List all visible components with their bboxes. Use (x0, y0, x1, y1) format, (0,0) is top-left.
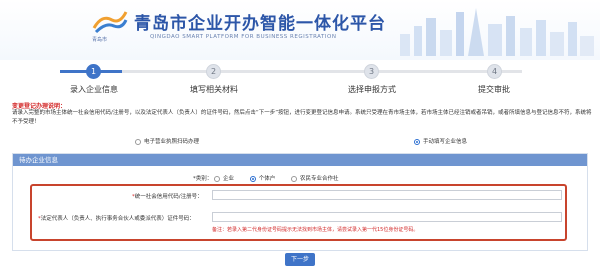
step-3-circle: 3 (364, 64, 379, 79)
credit-code-label-text: 统一社会信用代码/注册号： (134, 194, 203, 200)
radio-icon[interactable] (135, 138, 141, 145)
page-title: 青岛市企业开办智能一体化平台 (134, 14, 386, 34)
header-banner: 青岛市 青岛市企业开办智能一体化平台 QINGDAO SMART PLATFOR… (0, 0, 600, 60)
credit-code-label: *统一社会信用代码/注册号： (132, 192, 203, 200)
panel-title: 待办企业信息 (13, 154, 587, 166)
mode-option-manual-label: 手动填写企业信息 (423, 139, 468, 145)
type-label: *类别： (193, 176, 213, 182)
credit-code-input[interactable] (212, 190, 562, 200)
radio-icon[interactable] (291, 175, 298, 182)
step-3-label: 选择申报方式 (348, 85, 396, 94)
step-4-label: 提交审批 (478, 85, 510, 94)
type-option-individual[interactable]: 个体户 (249, 175, 276, 182)
progress-stepper: 1 录入企业信息 2 填写相关材料 3 选择申报方式 4 提交审批 (0, 62, 600, 98)
id-number-label: *法定代表人（负责人、执行事务合伙人或委派代表）证件号码： (38, 214, 195, 222)
type-option-enterprise-label: 企业 (223, 176, 235, 182)
type-option-cooperative[interactable]: 农民专业合作社 (291, 175, 339, 182)
id-number-input[interactable] (212, 212, 562, 222)
step-track (122, 70, 522, 73)
logo-caption: 青岛市 (92, 37, 108, 43)
page-subtitle: QINGDAO SMART PLATFORM FOR BUSINESS REGI… (150, 34, 337, 40)
type-option-individual-label: 个体户 (258, 176, 276, 182)
notice-text: 请录入完整的市场主体统一社会信用代码/注册号，以及法定代表人（负责人）的证件号码… (12, 110, 592, 125)
city-logo-icon (92, 11, 128, 34)
type-selector: *类别： 企业 个体户 农民专业合作社 (193, 174, 353, 182)
type-option-enterprise[interactable]: 企业 (214, 175, 235, 182)
city-skyline-icon (400, 8, 594, 56)
step-2-label: 填写相关材料 (190, 85, 238, 94)
radio-checked-icon[interactable] (414, 138, 420, 145)
radio-icon[interactable] (214, 175, 221, 182)
step-1-label: 录入企业信息 (70, 85, 118, 94)
type-option-cooperative-label: 农民专业合作社 (300, 176, 339, 182)
mode-option-scan-label: 电子营业执照扫码办理 (144, 139, 200, 145)
mode-option-scan[interactable]: 电子营业执照扫码办理 (135, 137, 199, 145)
mode-option-manual[interactable]: 手动填写企业信息 (414, 137, 467, 145)
step-2-circle: 2 (206, 64, 221, 79)
step-4-circle: 4 (487, 64, 502, 79)
input-hint: 备注：若录入第二代身份证号码提示无法找到市场主体，请尝试录入第一代15位身份证号… (212, 227, 419, 233)
next-button[interactable]: 下一步 (285, 253, 315, 266)
radio-checked-icon[interactable] (249, 175, 256, 182)
step-1-circle: 1 (86, 64, 101, 79)
id-number-label-text: 法定代表人（负责人、执行事务合伙人或委派代表）证件号码： (40, 216, 195, 222)
